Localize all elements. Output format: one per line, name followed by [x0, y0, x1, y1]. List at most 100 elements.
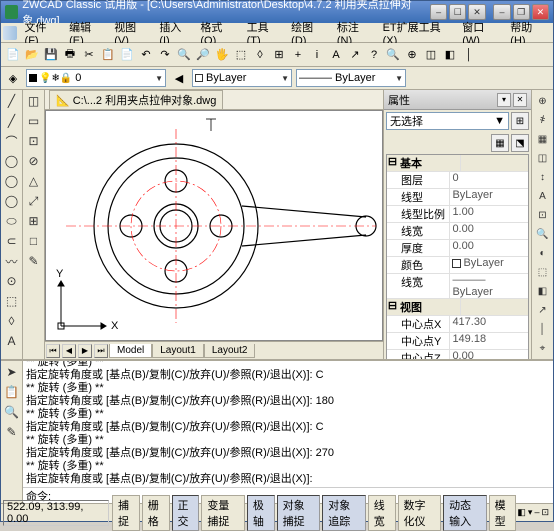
- status-right-1[interactable]: ▾: [528, 507, 533, 518]
- tool-button-10[interactable]: 🔎: [194, 46, 212, 64]
- tool-button-11[interactable]: 🖐: [213, 46, 231, 64]
- tool-button-3[interactable]: 🖶: [61, 46, 79, 64]
- toggle-button[interactable]: ⬔: [511, 134, 529, 152]
- rstrip-tool-1[interactable]: ҂: [534, 111, 552, 129]
- tool-button-22[interactable]: ◫: [422, 46, 440, 64]
- modify-tool-4[interactable]: △: [25, 172, 43, 190]
- rstrip-tool-5[interactable]: A: [534, 187, 552, 205]
- tool-button-20[interactable]: 🔍: [384, 46, 402, 64]
- prop-category[interactable]: ⊟基本: [387, 155, 528, 172]
- tool-button-0[interactable]: 📄: [4, 46, 22, 64]
- modify-tool-3[interactable]: ⊘: [25, 152, 43, 170]
- draw-tool-11[interactable]: ◊: [3, 312, 21, 330]
- tab-nav-2[interactable]: ▶: [78, 344, 92, 358]
- tab-nav-0[interactable]: ⏮: [46, 344, 60, 358]
- prop-row[interactable]: 图层0: [387, 172, 528, 189]
- status-right-2[interactable]: –: [534, 507, 539, 518]
- status-toggle-1[interactable]: 栅格: [142, 495, 170, 531]
- modify-tool-0[interactable]: ◫: [25, 92, 43, 110]
- tool-button-4[interactable]: ✂: [80, 46, 98, 64]
- draw-tool-4[interactable]: ◯: [3, 172, 21, 190]
- layer-dropdown[interactable]: 💡❄🔒0 ▼: [26, 69, 166, 87]
- tool-button-13[interactable]: ◊: [251, 46, 269, 64]
- command-log[interactable]: ** 旋转 **指定旋转角度或 [基点(B)/复制(C)/放弃(U)/参照(R)…: [23, 361, 553, 487]
- tool-button-24[interactable]: │: [460, 46, 478, 64]
- tool-button-7[interactable]: ↶: [137, 46, 155, 64]
- modify-tool-7[interactable]: □: [25, 232, 43, 250]
- status-toggle-8[interactable]: 数字化仪: [398, 495, 442, 531]
- draw-tool-8[interactable]: 〰: [3, 252, 21, 270]
- tool-button-8[interactable]: ↷: [156, 46, 174, 64]
- draw-tool-3[interactable]: ◯: [3, 152, 21, 170]
- draw-tool-9[interactable]: ⊙: [3, 272, 21, 290]
- layout-tab-layout2[interactable]: Layout2: [204, 344, 256, 358]
- status-toggle-5[interactable]: 对象捕捉: [277, 495, 321, 531]
- linetype-dropdown[interactable]: ———ByLayer▼: [296, 69, 406, 87]
- status-toggle-10[interactable]: 模型: [489, 495, 517, 531]
- tool-button-23[interactable]: ◧: [441, 46, 459, 64]
- status-right-3[interactable]: ⊡: [541, 507, 549, 518]
- rstrip-tool-6[interactable]: ⊡: [534, 206, 552, 224]
- tab-nav-1[interactable]: ◀: [62, 344, 76, 358]
- property-grid[interactable]: ⊟基本图层0线型ByLayer线型比例1.00线宽0.00厚度0.00颜色ByL…: [386, 154, 529, 359]
- tool-button-15[interactable]: +: [289, 46, 307, 64]
- tool-button-19[interactable]: ?: [365, 46, 383, 64]
- pick-button[interactable]: ▦: [491, 134, 509, 152]
- layout-tab-model[interactable]: Model: [109, 344, 152, 358]
- draw-tool-6[interactable]: ⬭: [3, 212, 21, 230]
- modify-tool-1[interactable]: ▭: [25, 112, 43, 130]
- tool-button-16[interactable]: i: [308, 46, 326, 64]
- modify-tool-2[interactable]: ⊡: [25, 132, 43, 150]
- prop-row[interactable]: 线宽——— ByLayer: [387, 274, 528, 299]
- rstrip-tool-3[interactable]: ◫: [534, 149, 552, 167]
- draw-tool-1[interactable]: ╱: [3, 112, 21, 130]
- prop-row[interactable]: 线宽0.00: [387, 223, 528, 240]
- quick-select-button[interactable]: ⊞: [511, 112, 529, 130]
- cmd-tool-0[interactable]: ➤: [3, 363, 21, 381]
- status-toggle-6[interactable]: 对象追踪: [322, 495, 366, 531]
- document-tab[interactable]: 📐 C:\...2 利用夹点拉伸对象.dwg: [49, 90, 223, 109]
- panel-menu-icon[interactable]: ▾: [497, 93, 511, 107]
- drawing-canvas[interactable]: X Y: [45, 110, 383, 341]
- prop-row[interactable]: 线型ByLayer: [387, 189, 528, 206]
- rstrip-tool-11[interactable]: ↗: [534, 301, 552, 319]
- draw-tool-10[interactable]: ⬚: [3, 292, 21, 310]
- rstrip-tool-2[interactable]: ▦: [534, 130, 552, 148]
- tool-button-21[interactable]: ⊕: [403, 46, 421, 64]
- prop-row[interactable]: 颜色ByLayer: [387, 257, 528, 274]
- cmd-tool-1[interactable]: 📋: [3, 383, 21, 401]
- panel-close-icon[interactable]: ✕: [513, 93, 527, 107]
- prop-row[interactable]: 中心点X417.30: [387, 316, 528, 333]
- tool-button-12[interactable]: ⬚: [232, 46, 250, 64]
- status-toggle-4[interactable]: 极轴: [247, 495, 275, 531]
- draw-tool-5[interactable]: ◯: [3, 192, 21, 210]
- draw-tool-12[interactable]: A: [3, 332, 21, 350]
- rstrip-tool-7[interactable]: 🔍: [534, 225, 552, 243]
- rstrip-tool-13[interactable]: ⌖: [534, 339, 552, 357]
- rstrip-tool-8[interactable]: ◐: [534, 244, 552, 262]
- tab-nav-3[interactable]: ⏭: [94, 344, 108, 358]
- modify-tool-8[interactable]: ✎: [25, 252, 43, 270]
- modify-tool-6[interactable]: ⊞: [25, 212, 43, 230]
- rstrip-tool-9[interactable]: ⬚: [534, 263, 552, 281]
- tool-button-6[interactable]: 📄: [118, 46, 136, 64]
- status-right-0[interactable]: ◧: [517, 507, 526, 518]
- tool-button-14[interactable]: ⊞: [270, 46, 288, 64]
- rstrip-tool-10[interactable]: ◧: [534, 282, 552, 300]
- status-toggle-0[interactable]: 捕捉: [112, 495, 140, 531]
- tool-button-5[interactable]: 📋: [99, 46, 117, 64]
- status-toggle-2[interactable]: 正交: [172, 495, 200, 531]
- tool-button-18[interactable]: ↗: [346, 46, 364, 64]
- prop-row[interactable]: 中心点Y149.18: [387, 333, 528, 350]
- layer-icon[interactable]: ◈: [4, 69, 22, 87]
- color-dropdown[interactable]: ByLayer▼: [192, 69, 292, 87]
- layer-prev-icon[interactable]: ◀: [170, 69, 188, 87]
- draw-tool-2[interactable]: ⌒: [3, 132, 21, 150]
- prop-category[interactable]: ⊟视图: [387, 299, 528, 316]
- tool-button-1[interactable]: 📂: [23, 46, 41, 64]
- selection-dropdown[interactable]: 无选择▼: [386, 112, 509, 130]
- draw-tool-7[interactable]: ⊂: [3, 232, 21, 250]
- status-toggle-3[interactable]: 变量捕捉: [201, 495, 245, 531]
- status-toggle-9[interactable]: 动态输入: [443, 495, 487, 531]
- layout-tab-layout1[interactable]: Layout1: [152, 344, 204, 358]
